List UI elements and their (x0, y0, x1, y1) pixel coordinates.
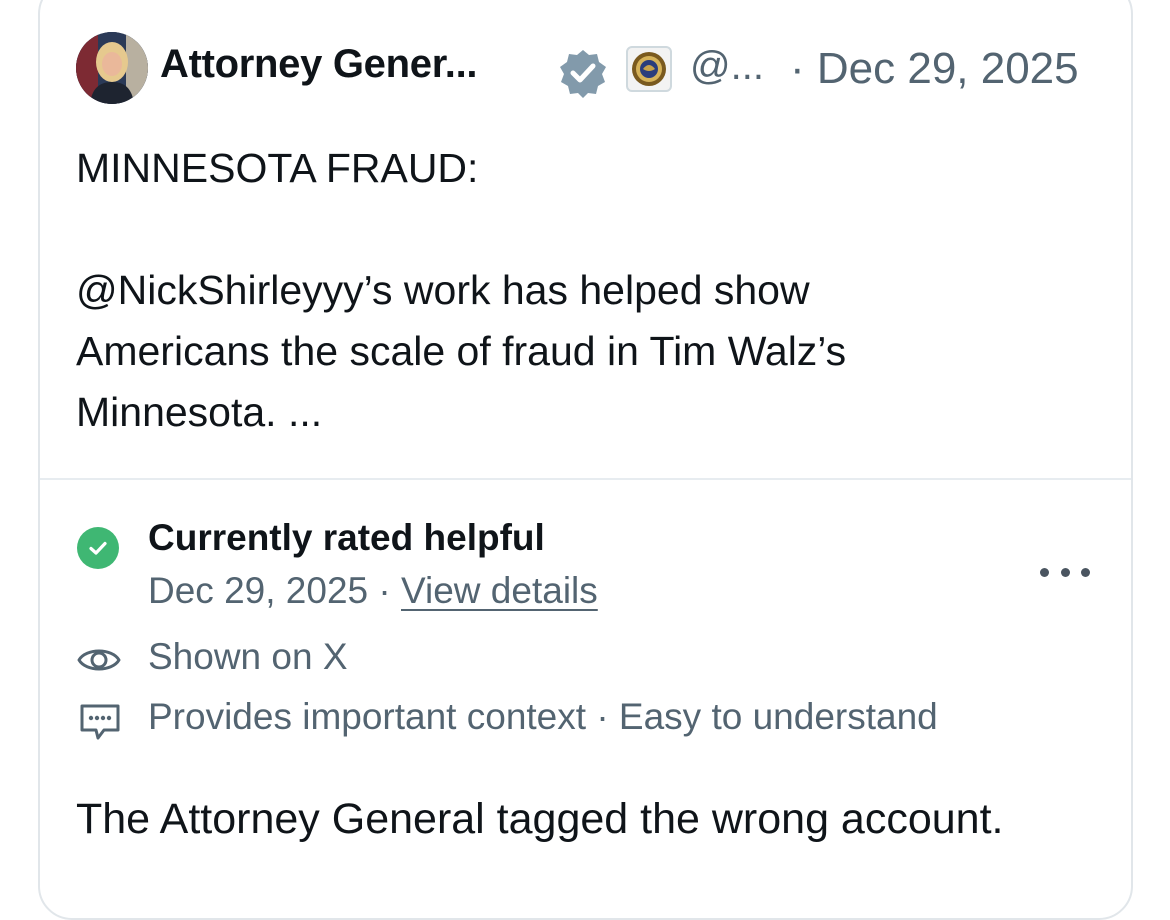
post-text: MINNESOTA FRAUD: @NickShirleyyy’s work h… (76, 138, 1076, 443)
more-dot (1060, 567, 1070, 577)
post-text-line: Americans the scale of fraud in Tim Walz… (76, 328, 847, 374)
post-date[interactable]: · Dec 29, 2025 (790, 44, 1079, 94)
post-text-line: @NickShirleyyy’s work has helped show (76, 267, 810, 313)
doj-seal-icon[interactable] (626, 46, 672, 92)
view-details-link[interactable]: View details (401, 570, 598, 611)
post-text-line: Minnesota. ... (76, 389, 323, 435)
more-dot (1081, 567, 1090, 577)
more-dot (1040, 567, 1049, 577)
check-circle-icon (77, 527, 119, 569)
note-reasons: Provides important context · Easy to und… (148, 696, 938, 737)
separator: · (368, 570, 401, 611)
eye-icon (77, 649, 121, 671)
divider (40, 478, 1131, 480)
speech-bubble-icon (80, 704, 120, 740)
avatar[interactable] (76, 32, 148, 104)
note-date: Dec 29, 2025 (148, 570, 369, 611)
more-icon[interactable] (1040, 560, 1090, 584)
author-handle[interactable]: @... (690, 44, 764, 89)
note-text: The Attorney General tagged the wrong ac… (76, 795, 1004, 843)
post-text-blank-line (76, 199, 1076, 260)
note-meta: Dec 29, 2025 · View details (148, 570, 598, 612)
verified-badge-icon (560, 50, 606, 98)
author-name[interactable]: Attorney Gener... (160, 42, 478, 87)
shown-on-text: Shown on X (148, 636, 348, 677)
note-status: Currently rated helpful (148, 517, 545, 558)
post-text-line: MINNESOTA FRAUD: (76, 145, 479, 191)
